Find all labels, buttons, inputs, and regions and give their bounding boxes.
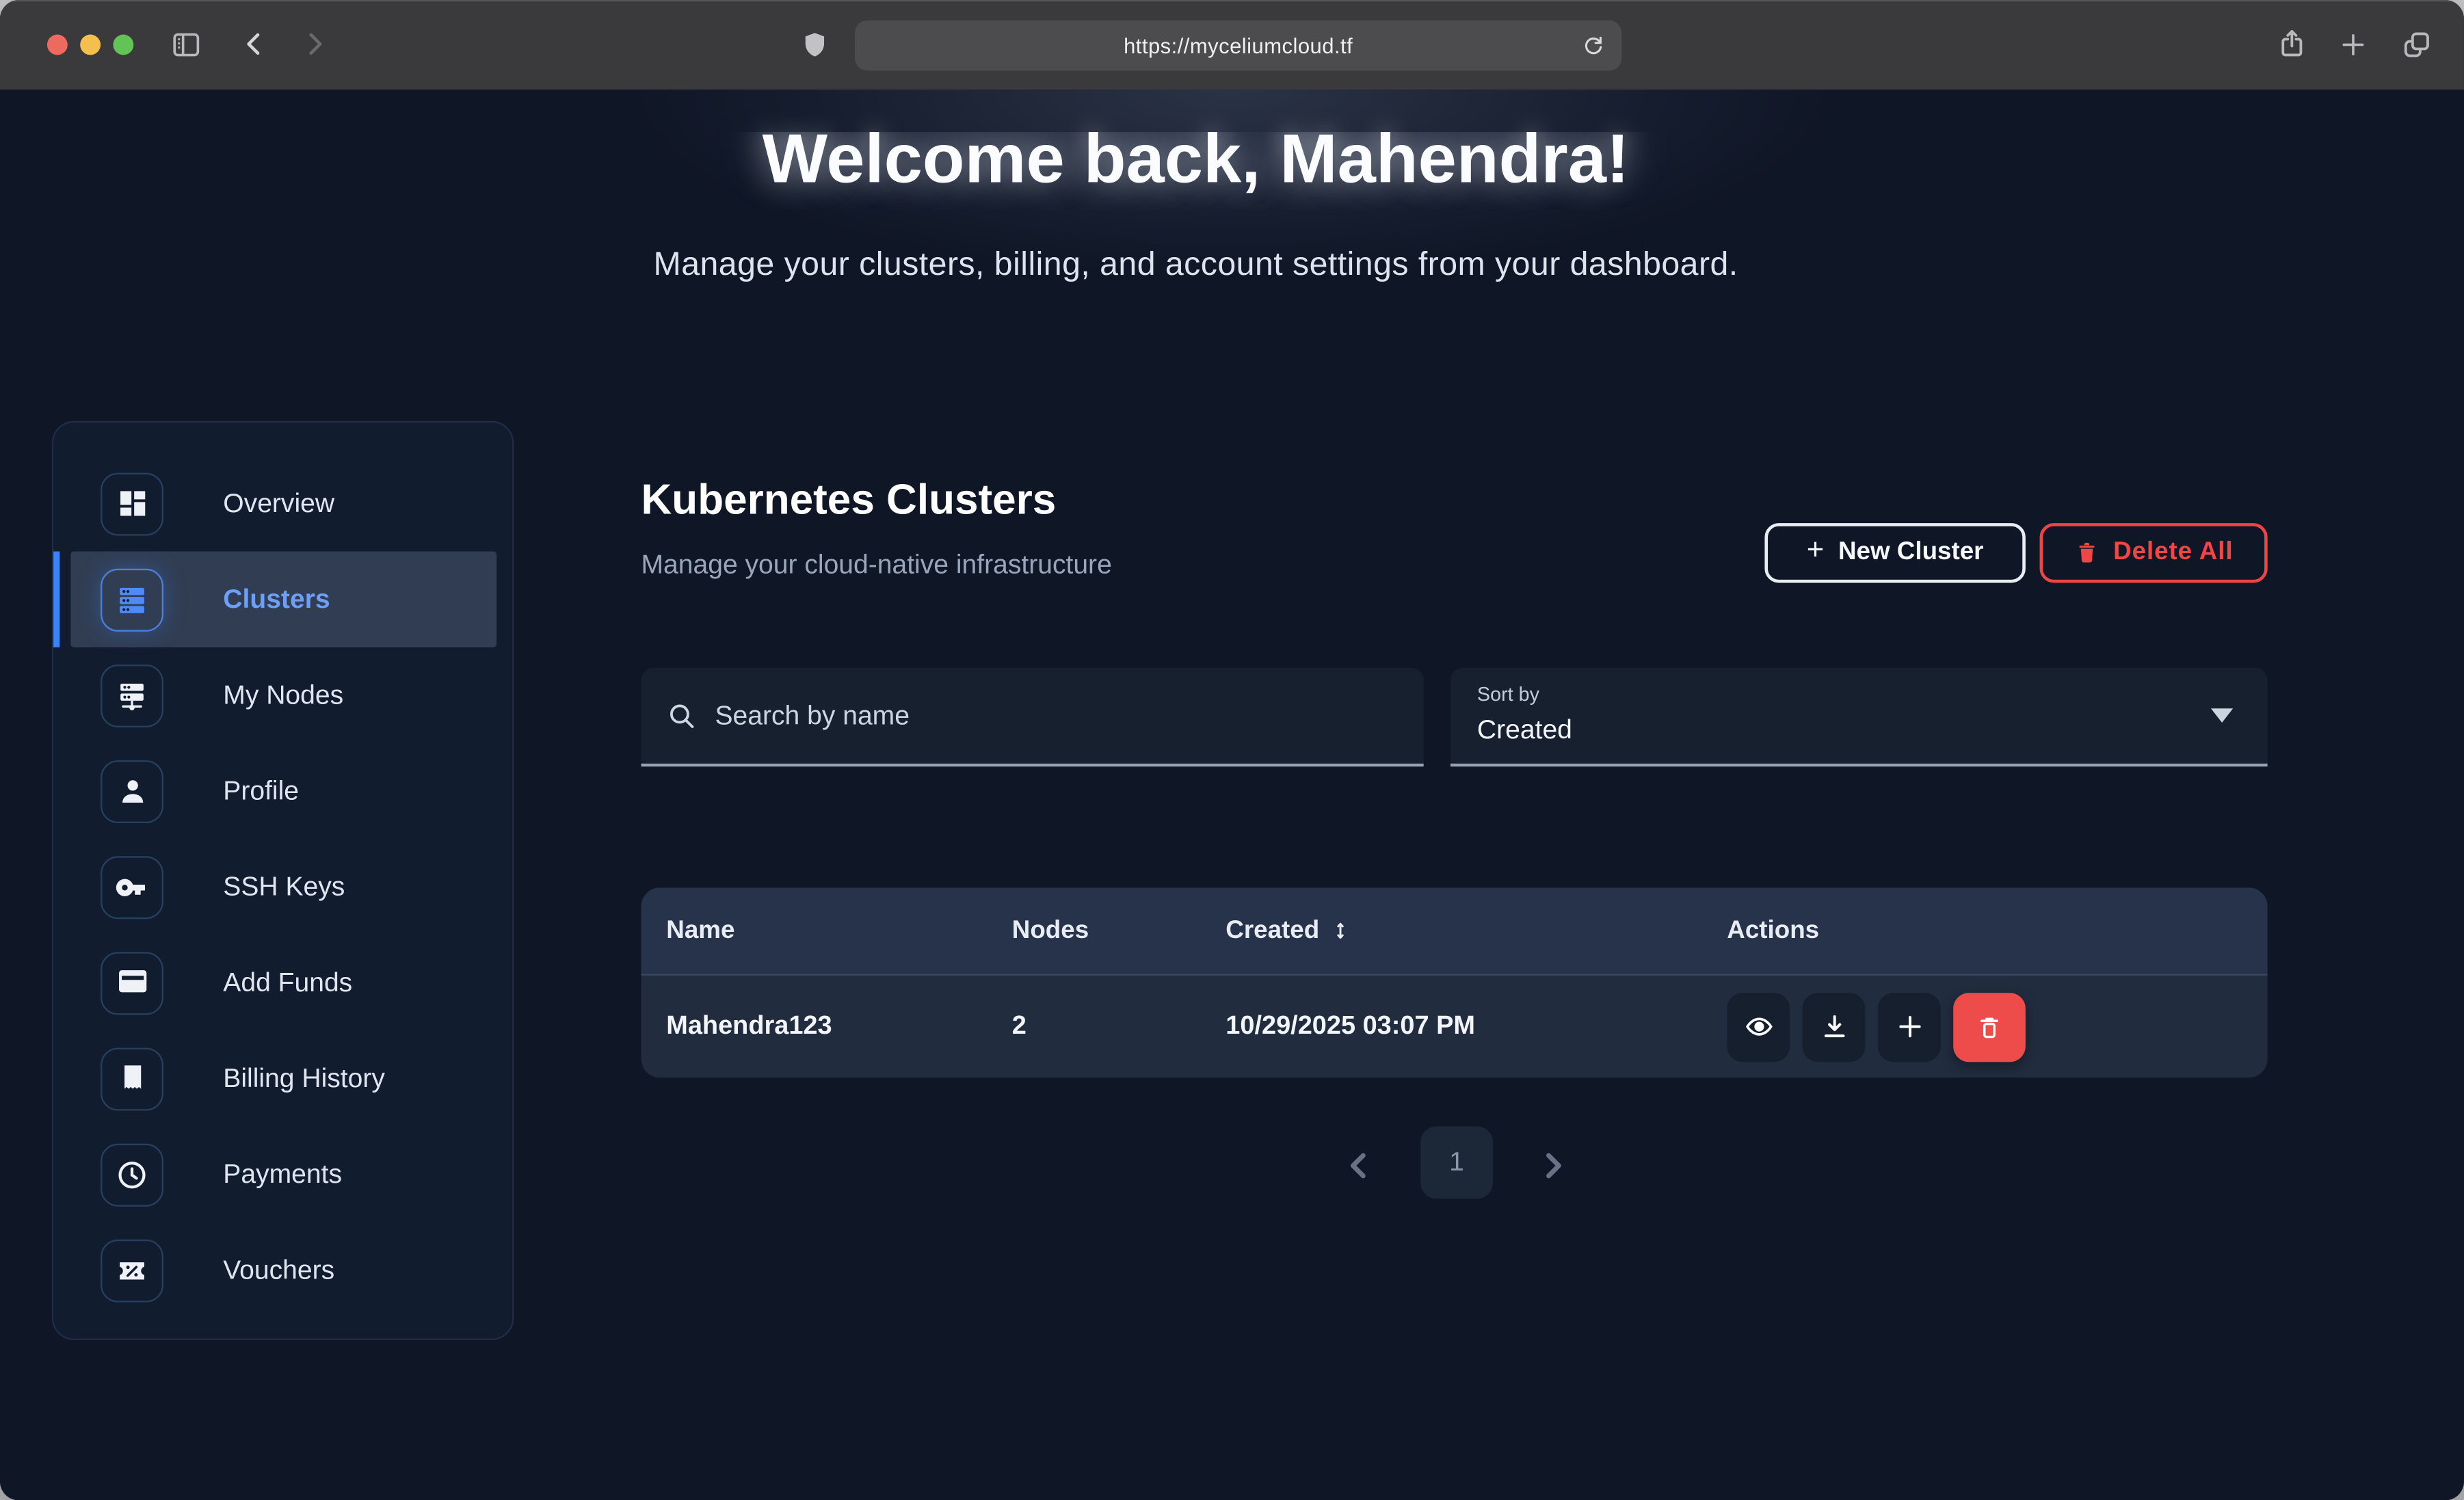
- delete-all-button[interactable]: Delete All: [2040, 523, 2268, 582]
- add-node-button[interactable]: [1878, 992, 1941, 1061]
- search-field[interactable]: [641, 668, 1424, 767]
- section-subtitle: Manage your cloud-native infrastructure: [641, 550, 1112, 581]
- page-subtitle: Manage your clusters, billing, and accou…: [0, 247, 2392, 284]
- sidebar-item-billing-history[interactable]: Billing History: [70, 1030, 496, 1126]
- sidebar-item-payments[interactable]: Payments: [70, 1127, 496, 1222]
- page-number-button[interactable]: 1: [1420, 1127, 1493, 1199]
- browser-window: https://myceliumcloud.tf: [0, 0, 2464, 1500]
- column-header-name: Name: [666, 917, 1012, 945]
- clusters-table: Name Nodes Created Actions Mahendra123 2: [641, 887, 2268, 1077]
- sidebar-item-clusters[interactable]: Clusters: [70, 552, 496, 647]
- page-title: Welcome back, Mahendra!: [0, 132, 2392, 200]
- sidebar-item-ssh-keys[interactable]: SSH Keys: [70, 839, 496, 935]
- view-cluster-button[interactable]: [1727, 992, 1790, 1061]
- sidebar-item-my-nodes[interactable]: My Nodes: [70, 647, 496, 743]
- sidebar-item-profile[interactable]: Profile: [70, 743, 496, 839]
- chevron-left-icon: [1340, 1147, 1378, 1184]
- window-controls: [47, 35, 133, 55]
- clock-icon: [101, 1143, 163, 1206]
- trash-icon: [2074, 540, 2099, 565]
- forward-button[interactable]: [299, 28, 330, 59]
- column-header-created[interactable]: Created: [1226, 917, 1727, 945]
- new-cluster-button[interactable]: + New Cluster: [1764, 523, 2025, 582]
- sidebar-item-label: Billing History: [223, 1062, 385, 1094]
- cluster-name: Mahendra123: [666, 1012, 1012, 1042]
- key-icon: [101, 855, 163, 918]
- sidebar-item-vouchers[interactable]: Vouchers: [70, 1222, 496, 1318]
- browser-toolbar: https://myceliumcloud.tf: [0, 0, 2464, 90]
- close-window-button[interactable]: [47, 35, 68, 55]
- plus-icon: [1894, 1012, 1924, 1042]
- sidebar-item-label: SSH Keys: [223, 871, 345, 902]
- back-button[interactable]: [239, 28, 270, 59]
- column-header-actions: Actions: [1727, 917, 2267, 945]
- new-tab-icon[interactable]: [2338, 30, 2368, 60]
- share-icon[interactable]: [2275, 27, 2308, 62]
- column-header-nodes: Nodes: [1012, 917, 1226, 945]
- receipt-icon: [101, 1047, 163, 1110]
- person-icon: [101, 760, 163, 822]
- dashboard-icon: [101, 472, 163, 535]
- chevron-right-icon: [1534, 1147, 1572, 1184]
- trash-icon: [1975, 1013, 2003, 1041]
- next-page-button[interactable]: [1534, 1147, 1572, 1184]
- cluster-nodes: 2: [1012, 1012, 1226, 1042]
- delete-cluster-button[interactable]: [1953, 992, 2026, 1061]
- search-icon: [666, 701, 696, 731]
- sort-dropdown[interactable]: Sort by Created: [1450, 668, 2268, 767]
- minimize-window-button[interactable]: [80, 35, 101, 55]
- address-bar[interactable]: https://myceliumcloud.tf: [855, 21, 1621, 71]
- section-title: Kubernetes Clusters: [641, 476, 1057, 524]
- zoom-window-button[interactable]: [113, 35, 133, 55]
- sort-value: Created: [1477, 714, 2268, 746]
- plus-icon: +: [1807, 534, 1825, 569]
- cluster-created: 10/29/2025 03:07 PM: [1226, 1012, 1727, 1042]
- sidebar-item-label: Add Funds: [223, 967, 352, 998]
- sidebar-item-label: Profile: [223, 775, 299, 807]
- sidebar-toggle-icon[interactable]: [170, 28, 202, 61]
- sort-updown-icon: [1329, 919, 1351, 942]
- sidebar-nav: Overview Clusters: [52, 421, 514, 1340]
- row-actions: [1727, 992, 2267, 1061]
- search-input[interactable]: [715, 700, 1375, 732]
- sort-label: Sort by: [1477, 684, 2268, 706]
- table-header-row: Name Nodes Created Actions: [641, 887, 2268, 974]
- sidebar-item-label: Vouchers: [223, 1255, 334, 1286]
- tab-overview-icon[interactable]: [2400, 28, 2433, 61]
- chevron-down-icon: [2211, 708, 2233, 723]
- sidebar-item-add-funds[interactable]: Add Funds: [70, 935, 496, 1030]
- download-icon: [1819, 1012, 1849, 1042]
- ticket-percent-icon: [101, 1239, 163, 1302]
- eye-icon: [1743, 1012, 1773, 1042]
- credit-card-icon: [101, 951, 163, 1014]
- sidebar-item-label: Overview: [223, 487, 334, 519]
- sidebar-item-label: Payments: [223, 1159, 342, 1190]
- table-row: Mahendra123 2 10/29/2025 03:07 PM: [641, 974, 2268, 1078]
- previous-page-button[interactable]: [1340, 1147, 1378, 1184]
- privacy-shield-icon[interactable]: [800, 28, 830, 61]
- sidebar-item-overview[interactable]: Overview: [70, 455, 496, 551]
- node-network-icon: [101, 664, 163, 727]
- url-text: https://myceliumcloud.tf: [1124, 34, 1353, 57]
- hero: Welcome back, Mahendra!: [0, 132, 2392, 211]
- sidebar-item-label: Clusters: [223, 584, 330, 615]
- page-content: Welcome back, Mahendra! Welcome back, Ma…: [0, 90, 2464, 1500]
- reload-icon[interactable]: [1581, 33, 1606, 66]
- download-kubeconfig-button[interactable]: [1803, 992, 1866, 1061]
- sidebar-item-label: My Nodes: [223, 680, 343, 711]
- server-stack-icon: [101, 568, 163, 631]
